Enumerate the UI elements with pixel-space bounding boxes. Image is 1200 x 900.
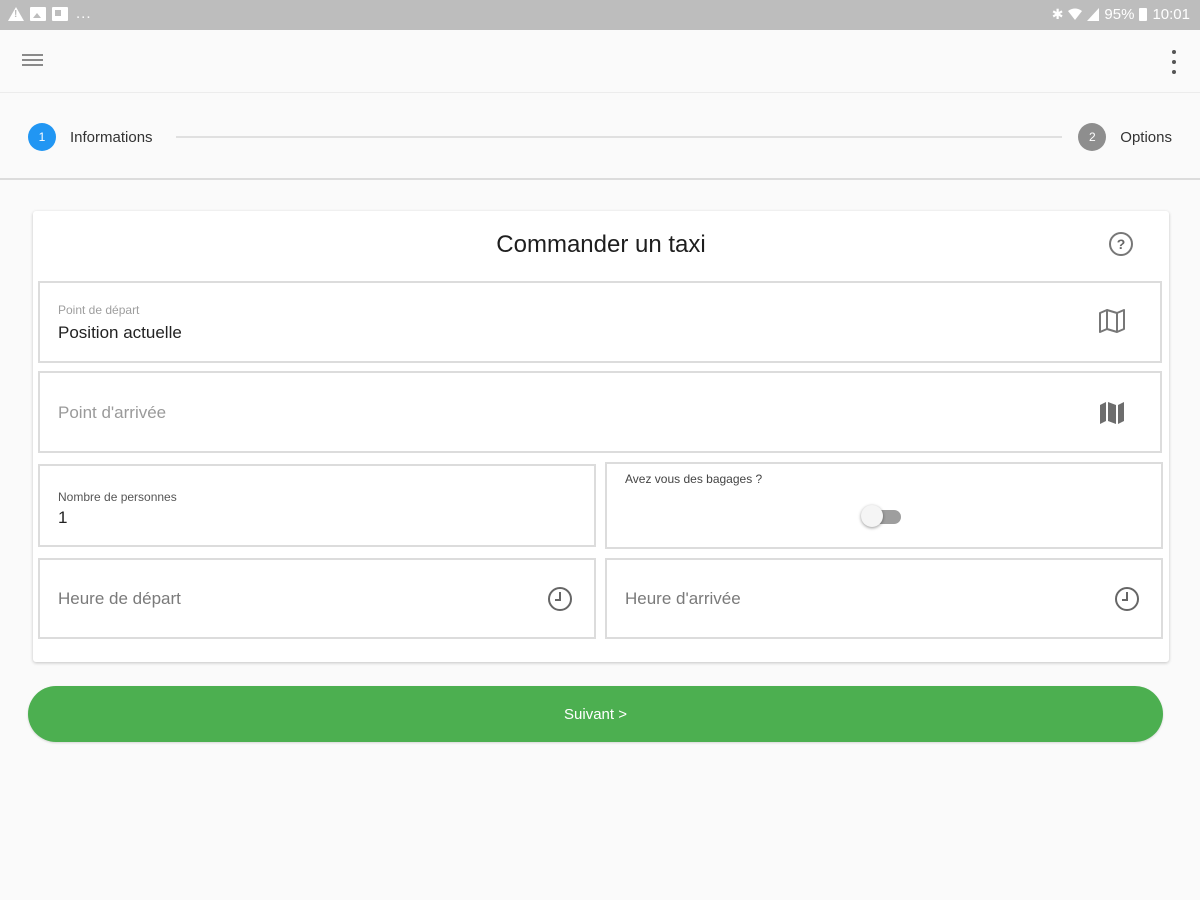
clock-time: 10:01 <box>1152 6 1190 23</box>
luggage-field: Avez vous des bagages ? <box>605 462 1163 549</box>
notification-overflow: ... <box>76 5 92 22</box>
arrival-field[interactable]: Point d'arrivée <box>38 371 1162 453</box>
stepper: 1 Informations 2 Options <box>0 94 1200 180</box>
luggage-toggle[interactable] <box>861 505 903 527</box>
clock-icon[interactable] <box>548 587 572 611</box>
form-title: Commander un taxi <box>496 231 706 258</box>
clock-icon[interactable] <box>1115 587 1139 611</box>
persons-value[interactable]: 1 <box>58 508 67 528</box>
departure-time-placeholder[interactable]: Heure de départ <box>58 589 181 609</box>
app-bar <box>0 30 1200 93</box>
next-button[interactable]: Suivant > <box>28 686 1163 742</box>
step-options[interactable]: 2 Options <box>1078 123 1172 151</box>
menu-icon[interactable] <box>22 54 43 68</box>
departure-time-field[interactable]: Heure de départ <box>38 558 596 639</box>
image-icon <box>30 6 46 21</box>
order-taxi-card: Commander un taxi ? Point de départ Posi… <box>33 211 1169 662</box>
battery-percent: 95% <box>1104 6 1135 23</box>
map-filled-icon[interactable] <box>1098 401 1126 425</box>
status-bar-notifications: ... <box>8 5 92 22</box>
luggage-label: Avez vous des bagages ? <box>625 472 763 486</box>
persons-field[interactable]: Nombre de personnes 1 <box>38 464 596 547</box>
map-outline-icon[interactable] <box>1098 309 1126 333</box>
persons-label: Nombre de personnes <box>58 490 177 504</box>
step-informations[interactable]: 1 Informations <box>28 123 153 151</box>
status-bar-system: ✱ 95% 10:01 <box>1052 6 1190 23</box>
battery-icon <box>1139 8 1148 21</box>
help-icon[interactable]: ? <box>1109 232 1133 256</box>
warning-icon <box>8 6 24 21</box>
status-bar: ... ✱ 95% 10:01 <box>0 0 1200 30</box>
toggle-thumb <box>861 505 883 527</box>
arrival-time-field[interactable]: Heure d'arrivée <box>605 558 1163 639</box>
bluetooth-icon: ✱ <box>1051 6 1064 22</box>
step-number-badge: 1 <box>28 123 56 151</box>
stepper-connector <box>176 136 1062 138</box>
step-number-badge: 2 <box>1078 123 1107 151</box>
departure-value[interactable]: Position actuelle <box>58 323 182 343</box>
arrival-placeholder[interactable]: Point d'arrivée <box>58 403 166 423</box>
signal-icon <box>1087 8 1100 21</box>
more-vert-icon[interactable] <box>1170 50 1178 74</box>
departure-field[interactable]: Point de départ Position actuelle <box>38 281 1162 363</box>
step-label: Informations <box>70 128 153 146</box>
wifi-icon <box>1068 8 1083 20</box>
departure-label: Point de départ <box>58 303 140 317</box>
arrival-time-placeholder[interactable]: Heure d'arrivée <box>625 589 741 609</box>
flipboard-icon <box>52 6 68 21</box>
step-label: Options <box>1120 128 1172 146</box>
